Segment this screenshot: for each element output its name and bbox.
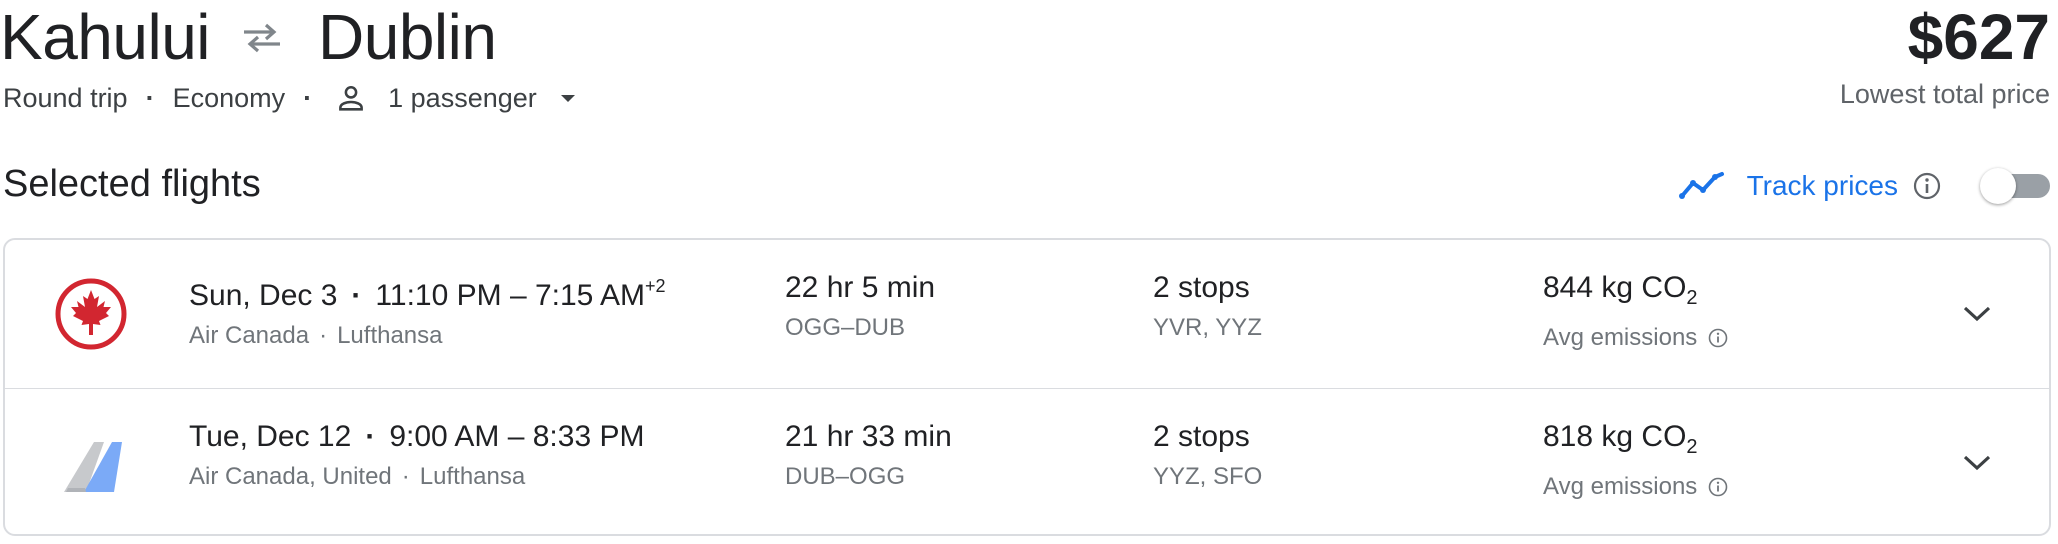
- chevron-down-icon[interactable]: [557, 87, 579, 109]
- flight-route: OGG–DUB: [785, 314, 906, 341]
- stop-airports: YVR, YYZ: [1153, 314, 1262, 341]
- separator-dot: ·: [351, 279, 362, 312]
- info-icon[interactable]: [1707, 326, 1729, 348]
- swap-arrows-icon: [232, 14, 292, 60]
- flight-times: Sun, Dec 3 · 11:10 PM – 7:15 AM+2: [189, 276, 666, 312]
- info-icon[interactable]: [1912, 171, 1942, 201]
- arrive-time: 8:33 PM: [532, 420, 645, 453]
- trip-type: Round trip: [3, 82, 128, 113]
- flight-times: Tue, Dec 12 · 9:00 AM – 8:33 PM: [189, 420, 645, 453]
- emissions-amount: 844 kg CO: [1543, 271, 1687, 304]
- toggle-knob: [1980, 168, 2016, 204]
- plus-days: +2: [645, 276, 666, 296]
- stop-count: 2 stops: [1153, 271, 1250, 304]
- flight-row-return[interactable]: Tue, Dec 12 · 9:00 AM – 8:33 PM Air Canada…: [5, 389, 2049, 537]
- passenger-count[interactable]: 1 passenger: [388, 83, 537, 114]
- operator-name: Lufthansa: [419, 463, 526, 490]
- info-icon[interactable]: [1707, 475, 1729, 497]
- track-prices-toggle[interactable]: [1980, 168, 2050, 204]
- airline-names: Air Canada: [189, 322, 310, 349]
- destination-city: Dublin: [318, 1, 497, 73]
- flight-duration: 22 hr 5 min: [785, 271, 936, 304]
- cabin-class: Economy: [172, 82, 286, 113]
- airlines: Air Canada · Lufthansa: [189, 320, 666, 352]
- flight-date: Tue, Dec 12: [189, 420, 352, 453]
- emissions-subscript: 2: [1686, 436, 1698, 458]
- emissions-label-row: Avg emissions: [1543, 322, 1729, 354]
- times-column: Tue, Dec 12 · 9:00 AM – 8:33 PM Air Canada…: [189, 417, 644, 493]
- air-canada-maple-leaf-icon: [54, 277, 128, 351]
- expand-chevron-icon[interactable]: [1957, 443, 1997, 483]
- expand-chevron-icon[interactable]: [1957, 294, 1997, 334]
- track-prices-label[interactable]: Track prices: [1747, 170, 1898, 202]
- person-icon[interactable]: [334, 81, 368, 115]
- selected-flights-card: Sun, Dec 3 · 11:10 PM – 7:15 AM+2 Air Cana…: [3, 238, 2051, 536]
- stops-column: 2 stops YYZ, SFO: [1153, 417, 1262, 493]
- separator-dot: ·: [319, 322, 328, 349]
- separator-dot: ·: [303, 82, 313, 113]
- stop-count: 2 stops: [1153, 420, 1250, 453]
- flight-duration: 21 hr 33 min: [785, 420, 952, 453]
- duration-column: 21 hr 33 min DUB–OGG: [785, 417, 952, 493]
- separator-dot: ·: [401, 463, 410, 490]
- flight-row-outbound[interactable]: Sun, Dec 3 · 11:10 PM – 7:15 AM+2 Air Cana…: [5, 240, 2049, 388]
- trending-icon: [1678, 171, 1725, 201]
- airline-names: Air Canada, United: [189, 463, 392, 490]
- flight-date: Sun, Dec 3: [189, 279, 338, 312]
- origin-city: Kahului: [0, 1, 211, 73]
- emissions-subscript: 2: [1686, 287, 1698, 309]
- arrive-time: 7:15 AM: [534, 279, 646, 312]
- times-column: Sun, Dec 3 · 11:10 PM – 7:15 AM+2 Air Cana…: [189, 268, 666, 352]
- separator-dot: ·: [145, 82, 155, 113]
- price-summary: $627 Lowest total price: [1840, 0, 2050, 110]
- emissions-column: 844 kg CO2 Avg emissions: [1543, 268, 1729, 354]
- trip-meta: Round trip · Economy · 1 passenger: [3, 78, 579, 118]
- route-title: Kahului Dublin: [0, 0, 497, 74]
- emissions-value: 818 kg CO2: [1543, 417, 1729, 467]
- lowest-price: $627: [1907, 1, 2050, 73]
- airlines: Air Canada, United · Lufthansa: [189, 461, 644, 493]
- operator-name: Lufthansa: [337, 322, 443, 349]
- multi-airline-tail-icon: [54, 426, 128, 500]
- depart-time: 11:10 PM: [375, 279, 502, 312]
- emissions-label: Avg emissions: [1543, 324, 1698, 351]
- separator-dot: ·: [365, 420, 376, 453]
- emissions-label-row: Avg emissions: [1543, 471, 1729, 503]
- stop-airports: YYZ, SFO: [1153, 463, 1263, 490]
- duration-column: 22 hr 5 min OGG–DUB: [785, 268, 935, 344]
- price-label: Lowest total price: [1839, 79, 2050, 109]
- emissions-value: 844 kg CO2: [1543, 268, 1729, 318]
- emissions-column: 818 kg CO2 Avg emissions: [1543, 417, 1729, 503]
- flight-route: DUB–OGG: [785, 463, 906, 490]
- section-title: Selected flights: [3, 163, 261, 205]
- stops-column: 2 stops YVR, YYZ: [1153, 268, 1262, 344]
- emissions-amount: 818 kg CO: [1543, 420, 1687, 453]
- track-prices: Track prices: [1678, 164, 2050, 208]
- depart-time: 9:00 AM: [389, 420, 500, 453]
- emissions-label: Avg emissions: [1543, 473, 1698, 500]
